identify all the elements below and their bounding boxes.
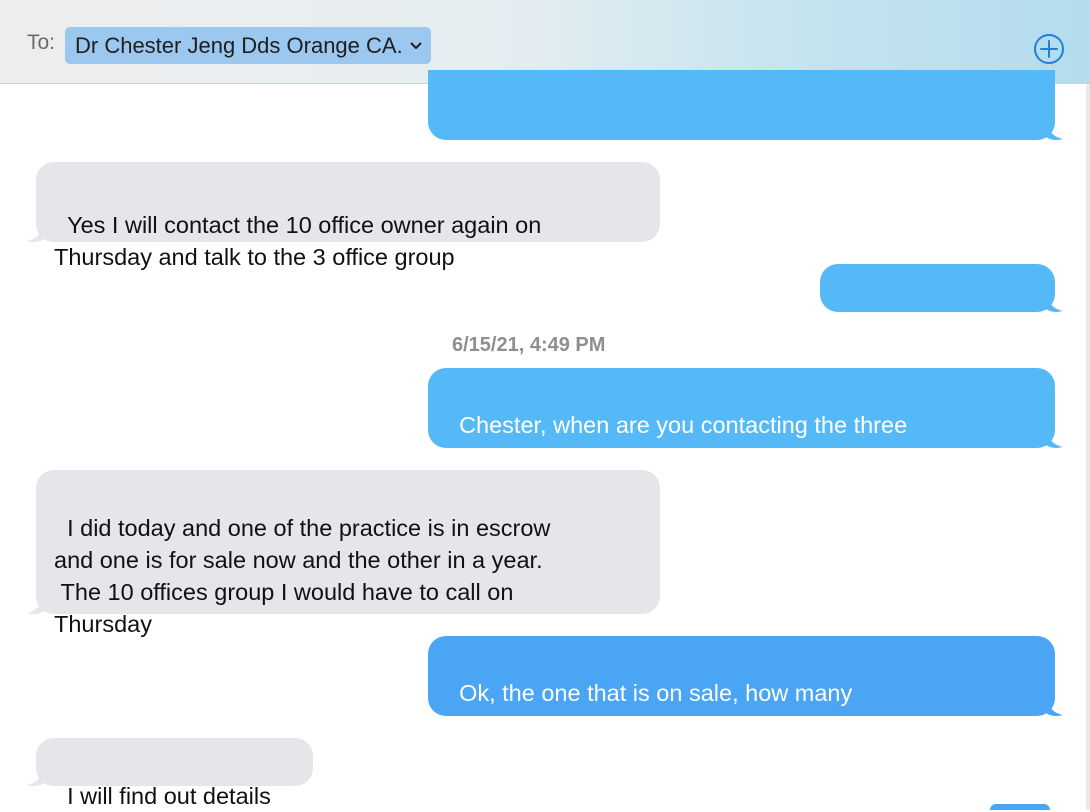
message-text: Yes I will contact the 10 office owner a… [54,212,542,270]
message-text: I will find out details [67,783,271,809]
bubble-tail [27,222,44,242]
message-text: Thanks Chester. [851,308,1023,334]
chevron-down-icon[interactable] [410,42,422,50]
outgoing-message-bubble: Chester, when are you contacting the thr… [428,368,1055,470]
scrollbar-track[interactable] [1086,84,1090,810]
plus-circle-icon [1034,34,1064,64]
recipient-name: Dr Chester Jeng Dds Orange CA. [75,32,403,58]
add-recipient-button[interactable] [1033,33,1065,65]
message-text: I did today and one of the practice is i… [54,515,551,637]
timestamp: 6/15/21, 4:49 PM [452,334,606,356]
outgoing-message-bubble: Ok, the one that is on sale, how many op… [428,636,1055,738]
message-text: Ok, the one that is on sale, how many op… [446,680,853,738]
incoming-message-bubble: Yes I will contact the 10 office owner a… [36,162,660,270]
bubble-tail [1046,292,1063,312]
outgoing-message-bubble: Then let’s schedule a call with the owne… [428,70,1055,162]
recipient-token[interactable]: Dr Chester Jeng Dds Orange CA. [65,27,431,64]
bubble-tail [1046,428,1063,448]
incoming-message-bubble: I did today and one of the practice is i… [36,470,660,637]
bubble-tail [1046,120,1063,140]
message-text: Then let’s schedule a call with the owne… [459,136,886,162]
outgoing-message-bubble-partial [990,804,1050,810]
outgoing-message-bubble: Thanks Chester. [820,264,1055,334]
bubble-tail [27,594,44,614]
bubble-tail [27,766,44,786]
bubble-tail [1046,696,1063,716]
message-text: Chester, when are you contacting the thr… [446,412,908,470]
to-label: To: [27,31,56,54]
incoming-message-bubble: I will find out details [36,738,313,809]
